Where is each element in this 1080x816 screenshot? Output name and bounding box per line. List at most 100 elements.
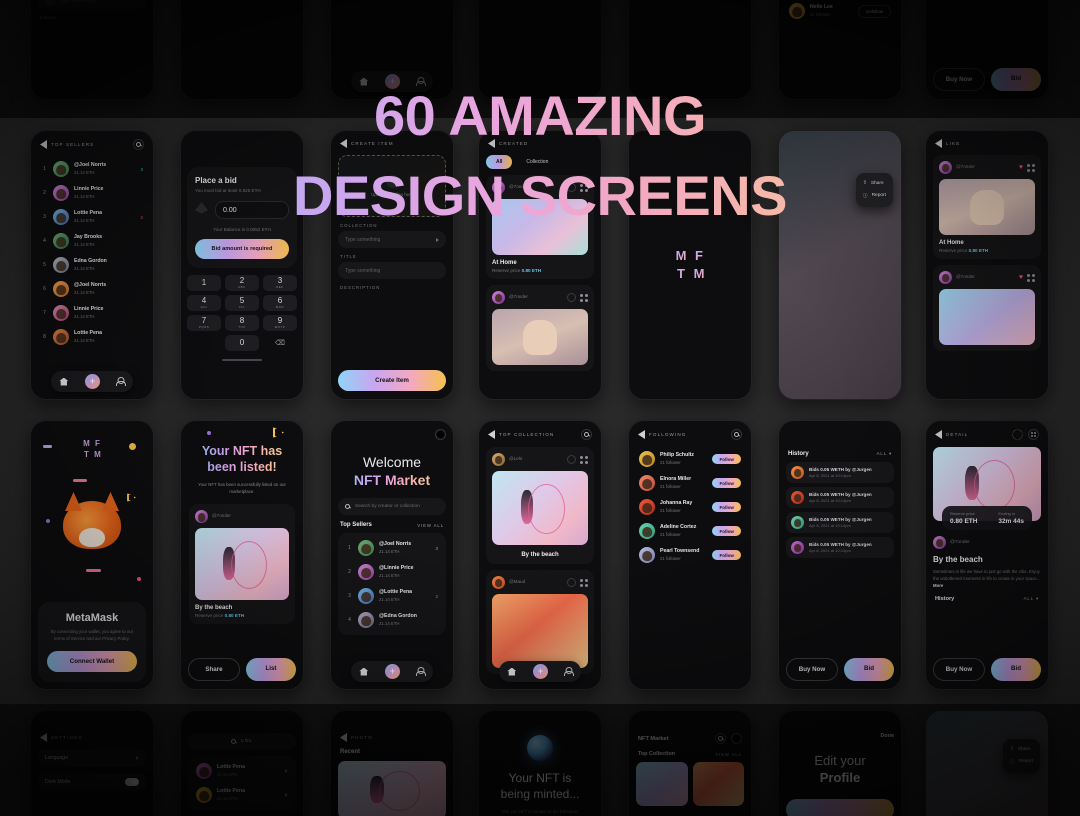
back-icon[interactable]	[340, 733, 347, 742]
search-input[interactable]: LOL	[188, 733, 296, 750]
unfollow-button[interactable]: Unfollow	[858, 4, 891, 18]
follow-button[interactable]: Follow	[712, 454, 741, 464]
table-row[interactable]: 4 @Edna Gordon 21.14 ETH	[343, 608, 441, 632]
header-actions[interactable]: ●	[338, 426, 446, 443]
table-row[interactable]: Lottie Pena 21.14 ETH	[193, 759, 291, 783]
key-2[interactable]: 2 ABC	[225, 275, 259, 291]
history-actions[interactable]: Buy Now Bid	[786, 658, 894, 681]
back-icon[interactable]	[40, 733, 47, 742]
heart-icon[interactable]	[567, 293, 576, 302]
back-icon[interactable]	[935, 430, 942, 439]
list-item[interactable]: Adeline Cortez 21 follower Follow	[636, 519, 744, 543]
list-button[interactable]: List	[246, 658, 296, 681]
profile-icon[interactable]	[117, 377, 125, 386]
edit-profile-cta[interactable]	[786, 798, 894, 816]
view-all-link[interactable]: VIEW ALL	[417, 523, 444, 528]
phone-share-report-2[interactable]: ⇧ Share ⓘ Report	[925, 710, 1049, 816]
phone-top-collection[interactable]: TOP COLLECTION @Lelo By the beach @Maud …	[478, 420, 602, 690]
add-icon[interactable]: +	[532, 664, 548, 679]
creator-row[interactable]: @7onder	[933, 536, 1041, 549]
grid-menu-icon[interactable]	[580, 455, 588, 464]
collection-thumb[interactable]	[636, 762, 688, 806]
more-link[interactable]: More	[933, 583, 943, 588]
list-item[interactable]: Pearl Townsend 21 follower Follow	[636, 543, 744, 567]
buy-now-button[interactable]: Buy Now	[933, 658, 985, 681]
phone-following[interactable]: FOLLOWING Philip Schultz 21 follower Follo…	[628, 420, 752, 690]
share-menu-item[interactable]: ⇧Share	[1010, 744, 1033, 755]
phone-edit-profile[interactable]: Done Edit your Profile	[778, 710, 902, 816]
key-9[interactable]: 9 WXYZ	[263, 315, 297, 331]
nft-card[interactable]: @7onder ♥	[933, 265, 1041, 351]
list-item[interactable]: Bids 0.05 WETH by @Jurgen Apr 8, 2021 at …	[786, 462, 894, 483]
table-row[interactable]: 1 @Joel Norris21.14 ETH 3	[343, 536, 441, 560]
tab-bar[interactable]: +	[351, 661, 433, 682]
phone-settings[interactable]: SETTINGS Language Dark Mode	[30, 710, 154, 816]
phone-history[interactable]: History ALL ▾ Bids 0.05 WETH by @Jurgen A…	[778, 420, 902, 690]
phone-edit-profile-form[interactable]: NAME Type something USER Type something …	[30, 0, 154, 100]
search-button[interactable]	[581, 429, 592, 440]
phone-upload-video[interactable]: Video MP4 or MOV	[180, 0, 304, 100]
profile-icon[interactable]	[565, 667, 573, 676]
settings-row-dark-mode[interactable]: Dark Mode	[38, 773, 146, 791]
title-input[interactable]: Type something	[338, 262, 446, 279]
detail-actions[interactable]: Buy Now Bid	[933, 658, 1041, 681]
share-button[interactable]: Share	[188, 658, 240, 681]
create-item-button[interactable]: Create Item	[338, 370, 446, 391]
add-icon[interactable]: +	[384, 664, 400, 679]
back-icon[interactable]	[488, 430, 495, 439]
key-5[interactable]: 5 JKL	[225, 295, 259, 311]
done-button[interactable]: Done	[881, 733, 894, 739]
tab-bar[interactable]: +	[51, 371, 133, 392]
photo-preview[interactable]	[338, 761, 446, 816]
buy-now-button[interactable]: Buy Now	[786, 658, 838, 681]
list-item[interactable]: Bids 0.05 WETH by @Jurgen Apr 8, 2021 at …	[786, 512, 894, 533]
table-row[interactable]: 2 @Linnie Price 21.14 ETH	[343, 560, 441, 584]
list-item[interactable]: Bids 0.05 WETH by @Jurgen Apr 8, 2021 at …	[786, 487, 894, 508]
listed-actions[interactable]: Share List	[188, 658, 296, 681]
follow-button[interactable]: Follow	[712, 502, 741, 512]
nft-card[interactable]: @7onder By the beach Reserve price 0.80 …	[189, 504, 295, 625]
heart-icon[interactable]	[567, 455, 576, 464]
nft-card[interactable]: @Maud	[486, 570, 594, 674]
phone-market-home[interactable]: NFT Market ● Top Collection VIEW ALL	[628, 710, 752, 816]
collection-select[interactable]: Type something	[338, 231, 446, 248]
table-row[interactable]: 8 Lottie Pena 21.14 ETH	[38, 325, 146, 349]
report-menu-item[interactable]: ⓘReport	[1010, 755, 1033, 768]
grid-menu-icon[interactable]	[1027, 273, 1035, 282]
grid-menu-icon[interactable]	[580, 293, 588, 302]
phone-search[interactable]: LOL Lottie Pena 21.14 ETH Lottie Pena 21.1…	[180, 710, 304, 816]
history-filter[interactable]: ALL ▾	[877, 451, 892, 457]
home-icon[interactable]	[507, 667, 517, 676]
home-icon[interactable]	[59, 377, 69, 386]
user-field[interactable]: Type something	[38, 0, 146, 9]
key-4[interactable]: 4 GHI	[187, 295, 221, 311]
collection-thumb[interactable]	[692, 762, 744, 806]
phone-following-top[interactable]: Nelle Lee 21 follower Unfollow	[778, 0, 902, 100]
follow-button[interactable]: Follow	[712, 478, 741, 488]
heart-filled-icon[interactable]: ♥	[1019, 274, 1023, 281]
key-0[interactable]: 0	[225, 335, 259, 351]
key-3[interactable]: 3 DEF	[263, 275, 297, 291]
view-all-link[interactable]: VIEW ALL	[715, 752, 742, 757]
tab-bar[interactable]: +	[499, 661, 581, 682]
bid-submit-button[interactable]: Bid amount is required	[195, 239, 289, 259]
table-row[interactable]: 5 Edna Gordon 21.14 ETH	[38, 253, 146, 277]
home-icon[interactable]	[359, 77, 369, 86]
share-report-popup[interactable]: ⇧Share ⓘReport	[1002, 739, 1040, 773]
search-button[interactable]	[731, 429, 742, 440]
history-filter[interactable]: ALL ▾	[1024, 596, 1039, 602]
key-8[interactable]: 8 TUV	[225, 315, 259, 331]
add-icon[interactable]: +	[84, 374, 100, 389]
list-item[interactable]: Philip Schultz 21 follower Follow	[636, 447, 744, 471]
numeric-keypad[interactable]: 1 2 ABC 3 DEF 4 GHI 5 JKL 6 MNO 7 PQRS 8 TUV 9W…	[187, 275, 297, 351]
notification-bell-icon[interactable]: ●	[435, 426, 446, 443]
list-item[interactable]: Elnora Miller 21 follower Follow	[636, 471, 744, 495]
phone-welcome[interactable]: ● Welcome NFT Market Search by creator o…	[330, 420, 454, 690]
phone-minting[interactable]: Your NFT is being minted... One you NFT …	[478, 710, 602, 816]
nft-card[interactable]: @7onder	[486, 285, 594, 371]
key-1[interactable]: 1	[187, 275, 221, 291]
key-6[interactable]: 6 MNO	[263, 295, 297, 311]
table-row[interactable]: 7 Linnie Price 21.14 ETH	[38, 301, 146, 325]
search-input[interactable]: Search by creator or collection	[338, 498, 446, 515]
phone-metamask[interactable]: M F T M MetaMask By connecting your wall…	[30, 420, 154, 690]
